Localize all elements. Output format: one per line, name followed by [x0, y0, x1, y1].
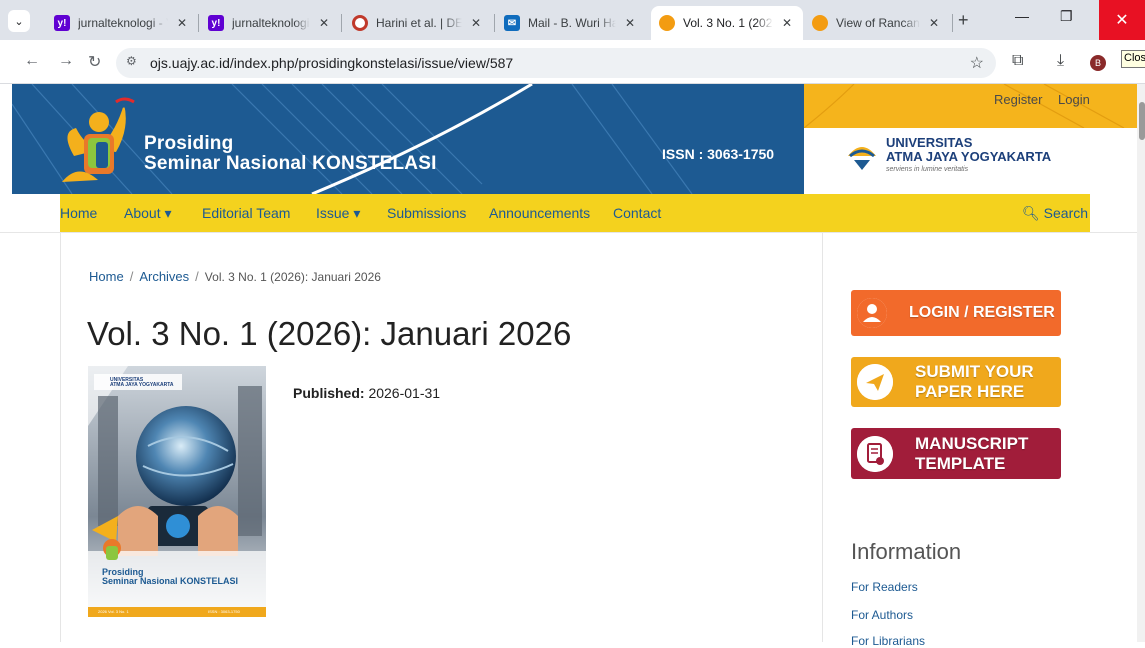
uajy-logo-icon [844, 136, 880, 177]
close-icon[interactable]: ✕ [779, 16, 795, 30]
new-tab-button[interactable]: + [958, 10, 969, 31]
close-icon[interactable]: ✕ [468, 16, 484, 30]
site-banner: Prosiding Seminar Nasional KONSTELASI IS… [12, 83, 1145, 194]
download-icon[interactable]: ⤓ [1057, 52, 1064, 70]
site-info-icon[interactable]: ⚙ [126, 54, 137, 68]
issue-cover-image[interactable]: UNIVERSITAS ATMA JAYA YOGYAKARTA Prosidi… [88, 366, 266, 617]
information-heading: Information [851, 539, 962, 564]
register-link[interactable]: Register [994, 92, 1042, 107]
link-for-authors[interactable]: For Authors [851, 608, 913, 622]
nav-about[interactable]: About ▾ [124, 205, 172, 222]
scrollbar-thumb[interactable] [1139, 102, 1145, 140]
browser-tab[interactable]: View of Rancang B ✕ [804, 6, 950, 40]
nav-contact[interactable]: Contact [613, 205, 661, 221]
close-icon: ✕ [1115, 12, 1129, 29]
ojs-icon [812, 15, 828, 31]
extensions-icon[interactable]: ⧉ [1012, 52, 1023, 70]
issn-label: ISSN : 3063-1750 [662, 146, 775, 162]
tab-divider [341, 14, 342, 32]
close-icon[interactable]: ✕ [926, 16, 942, 30]
browser-toolbar: ← → ↻ ⚙ ojs.uajy.ac.id/index.php/prosidi… [0, 40, 1145, 84]
breadcrumb-home[interactable]: Home [89, 269, 124, 284]
scrollbar-track[interactable] [1137, 84, 1145, 642]
address-bar[interactable]: ⚙ ojs.uajy.ac.id/index.php/prosidingkons… [116, 48, 996, 78]
brand-title: Prosiding Seminar Nasional KONSTELASI [144, 133, 437, 174]
paper-plane-icon [857, 364, 893, 400]
link-for-librarians[interactable]: For Librarians [851, 634, 925, 648]
profile-avatar[interactable]: B [1090, 55, 1106, 71]
main-nav: Home About ▾ Editorial Team Issue ▾ Subm… [60, 194, 1090, 232]
document-icon [857, 435, 893, 472]
nav-home[interactable]: Home [60, 205, 97, 221]
yahoo-icon: y! [208, 15, 224, 31]
cover-brand-text: Prosiding Seminar Nasional KONSTELASI [102, 567, 239, 586]
banner-university-panel: Register Login UNIVERSITAS ATMA JAYA YOG… [803, 83, 1145, 194]
manuscript-template-button[interactable]: MANUSCRIPT TEMPLATE [851, 428, 1061, 479]
yahoo-icon: y! [54, 15, 70, 31]
browser-tab-bar: ⌄ y! jurnalteknologi - Y ✕ y! jurnaltekn… [0, 0, 1145, 40]
login-link[interactable]: Login [1058, 92, 1090, 107]
tab-divider [198, 14, 199, 32]
nav-announcements[interactable]: Announcements [489, 205, 590, 221]
breadcrumb-archives[interactable]: Archives [139, 269, 189, 284]
nav-submissions[interactable]: Submissions [387, 205, 466, 221]
nav-editorial-team[interactable]: Editorial Team [202, 205, 290, 221]
close-icon[interactable]: ✕ [622, 16, 638, 30]
outlook-icon: ✉ [504, 15, 520, 31]
search-icon: 🔍︎ [1022, 205, 1040, 221]
back-arrow-icon[interactable]: ← [24, 52, 40, 70]
submit-paper-button[interactable]: SUBMIT YOUR PAPER HERE [851, 357, 1061, 407]
cover-footer-right: ISSN : 3063-1750 [208, 609, 240, 614]
close-icon[interactable]: ✕ [316, 16, 332, 30]
browser-tab[interactable]: y! jurnalteknologi - Y ✕ [200, 6, 340, 40]
reload-icon[interactable]: ↻ [88, 52, 101, 72]
minimize-icon[interactable]: — [1015, 8, 1029, 24]
window-close-button[interactable]: ✕ [1099, 0, 1145, 40]
chevron-down-icon: ⌄ [14, 15, 24, 28]
url-text[interactable]: ojs.uajy.ac.id/index.php/prosidingkonste… [150, 55, 513, 71]
browser-tab[interactable]: y! jurnalteknologi - Y ✕ [46, 6, 198, 40]
browser-tab[interactable]: ✉ Mail - B. Wuri Hari ✕ [496, 6, 646, 40]
ojs-icon [659, 15, 675, 31]
login-register-button[interactable]: LOGIN / REGISTER [851, 290, 1061, 336]
main-content: Home / Archives / Vol. 3 No. 1 (2026): Janua… [60, 233, 823, 642]
browser-tab-active[interactable]: Vol. 3 No. 1 (2026) ✕ [651, 6, 803, 40]
cover-footer-left: 2026 Vol. 3 No. 1 [98, 609, 129, 614]
published-date: Published: 2026-01-31 [293, 385, 441, 401]
banner-yellow-strip: Register Login [803, 83, 1145, 129]
banner-blue-panel: Prosiding Seminar Nasional KONSTELASI IS… [12, 84, 804, 194]
breadcrumb-current: Vol. 3 No. 1 (2026): Januari 2026 [204, 270, 381, 284]
close-tooltip: Close [1121, 50, 1145, 68]
user-icon [857, 298, 887, 328]
restore-icon[interactable]: ❐ [1060, 8, 1073, 25]
browser-tab[interactable]: Harini et al. | DESIG ✕ [344, 6, 492, 40]
academia-icon [352, 15, 368, 31]
nav-issue[interactable]: Issue ▾ [316, 205, 360, 222]
university-name: UNIVERSITAS ATMA JAYA YOGYAKARTA [886, 135, 1052, 164]
page-title: Vol. 3 No. 1 (2026): Januari 2026 [87, 315, 572, 352]
close-icon[interactable]: ✕ [174, 16, 190, 30]
cover-university-text: UNIVERSITAS ATMA JAYA YOGYAKARTA [110, 377, 174, 388]
nav-search[interactable]: 🔍︎ Search [1022, 205, 1088, 222]
breadcrumb: Home / Archives / Vol. 3 No. 1 (2026): Janua… [89, 269, 381, 284]
forward-arrow-icon[interactable]: → [58, 52, 74, 70]
tab-search-button[interactable]: ⌄ [8, 10, 30, 32]
link-for-readers[interactable]: For Readers [851, 580, 918, 594]
bookmark-star-icon[interactable]: ☆ [970, 53, 984, 73]
university-motto: serviens in lumine veritatis [886, 166, 969, 173]
tab-divider [494, 14, 495, 32]
tab-divider [952, 14, 953, 32]
